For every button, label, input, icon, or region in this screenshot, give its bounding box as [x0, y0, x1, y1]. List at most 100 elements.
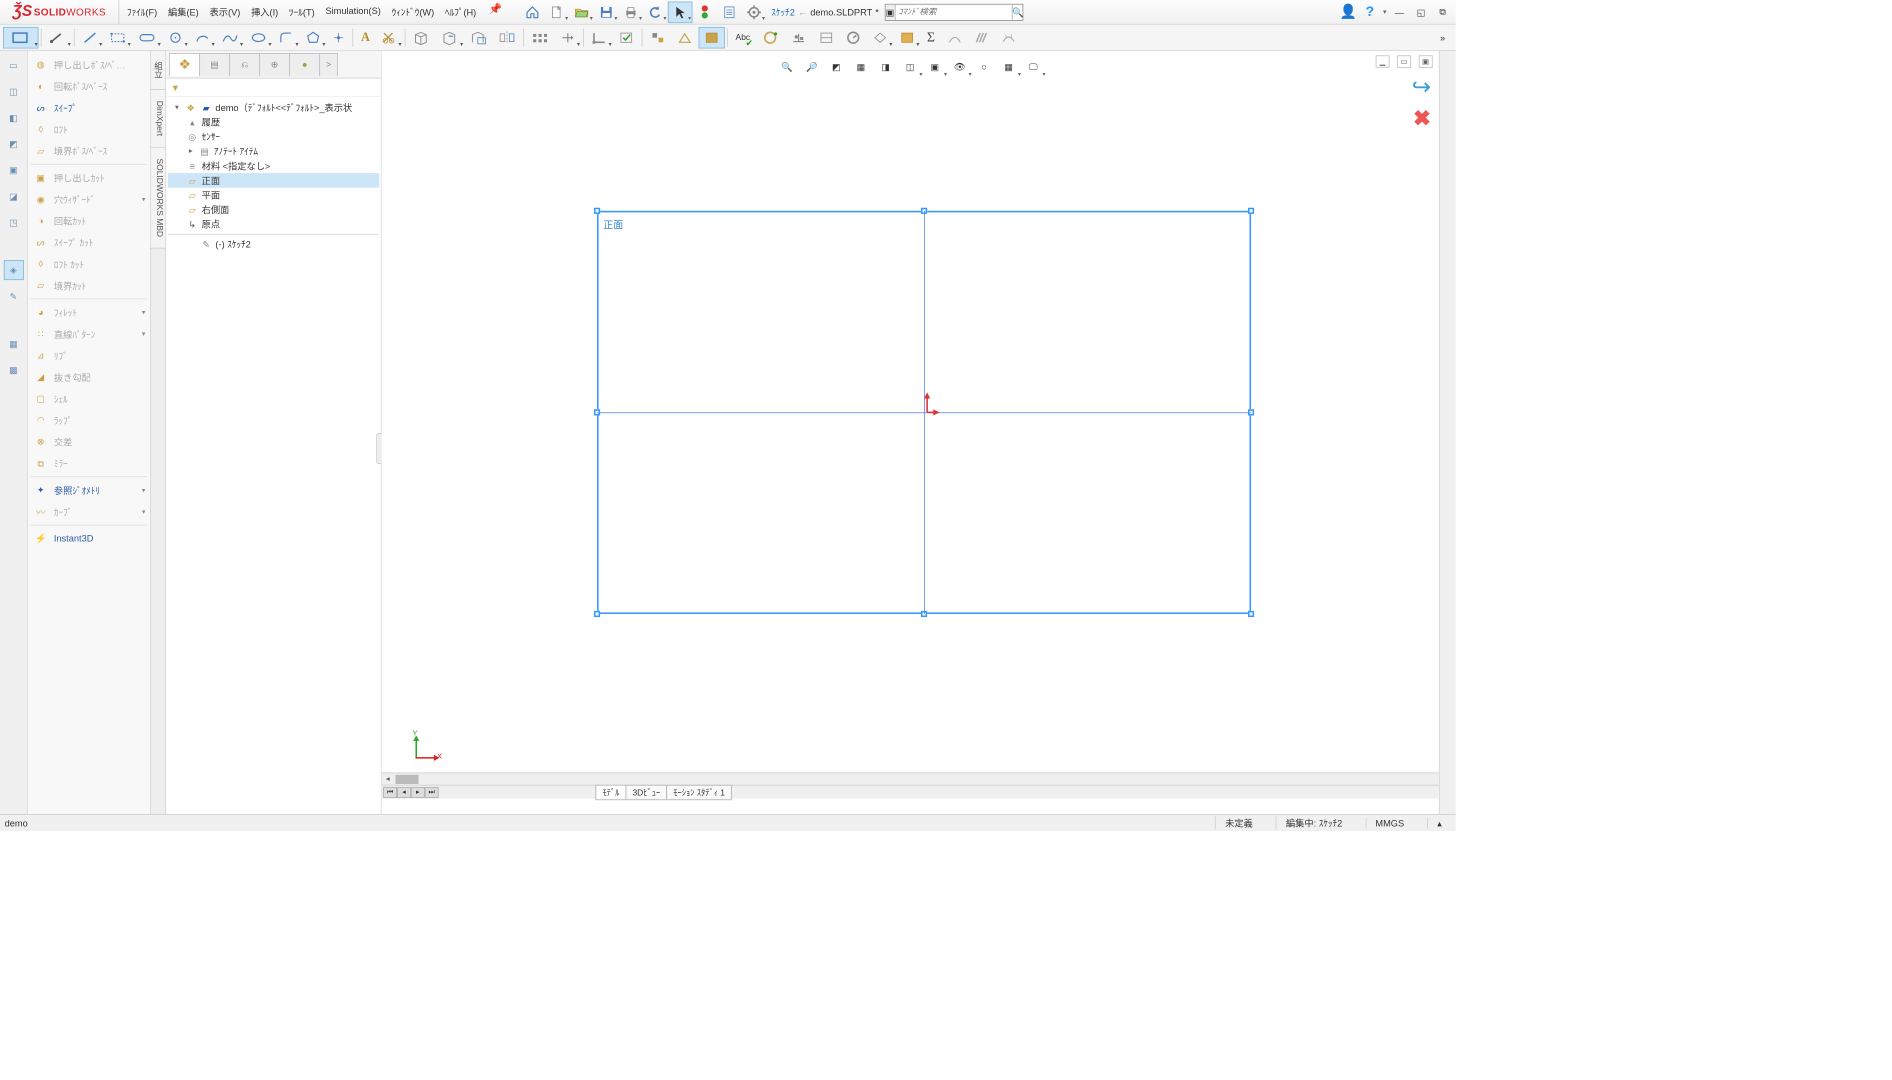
menu-help[interactable]: ﾍﾙﾌﾟ(H)	[440, 2, 481, 21]
hscroll-left-icon[interactable]: ◂	[382, 775, 394, 783]
vnav-last-icon[interactable]: ⏭	[425, 787, 439, 798]
toolbar-overflow-button[interactable]: »	[1433, 27, 1453, 49]
view-tab-model[interactable]: ﾓﾃﾞﾙ	[596, 784, 627, 799]
menu-tools[interactable]: ﾂｰﾙ(T)	[284, 2, 319, 21]
deviation-tool[interactable]	[942, 27, 968, 49]
linear-pattern-tool[interactable]	[526, 27, 554, 49]
shaded-sketch-tool[interactable]	[699, 27, 725, 49]
options-file-button[interactable]	[717, 1, 742, 23]
vtab-assembly[interactable]: 組立	[151, 51, 166, 90]
zebra-tool[interactable]	[969, 27, 995, 49]
tree-tab-display[interactable]: ●	[289, 53, 320, 76]
tree-sketch[interactable]: ✎(-) ｽｹｯﾁ2	[168, 237, 380, 252]
horizontal-scrollbar[interactable]: ◂	[382, 772, 1439, 784]
command-search[interactable]: ▣ 🔍	[885, 3, 1023, 20]
tree-tab-dimxpert[interactable]: ⊕	[259, 53, 290, 76]
status-units[interactable]: MMGS	[1365, 817, 1413, 828]
trim-tool[interactable]	[376, 27, 402, 49]
fillet-tool[interactable]	[273, 27, 299, 49]
view-tab-3dview[interactable]: 3Dﾋﾞｭｰ	[626, 784, 668, 799]
polygon-tool[interactable]	[300, 27, 326, 49]
offset-entities-tool[interactable]	[436, 27, 464, 49]
measure-tool[interactable]	[756, 27, 784, 49]
menu-file[interactable]: ﾌｧｲﾙ(F)	[122, 2, 161, 21]
sketch-rectangle-tool[interactable]	[3, 27, 38, 49]
home-button[interactable]	[520, 1, 545, 23]
breadcrumb-doc[interactable]: demo.SLDPRT	[810, 7, 872, 18]
lb-features-icon[interactable]: ▭	[3, 55, 23, 75]
tree-plane-right[interactable]: ▱右側面	[168, 202, 380, 217]
text-tool[interactable]: A	[355, 27, 375, 49]
display-relations-tool[interactable]	[586, 27, 612, 49]
quick-snaps-tool[interactable]	[645, 27, 671, 49]
rebuild-button[interactable]	[693, 1, 718, 23]
graphics-viewport[interactable]: 🔍 🔎 ◩ ▦ ◨ ◫ ▣ 👁 ○ ▦ 🖵 ▁ ▭ ▣ ↪ ✖	[382, 51, 1439, 816]
lb-sheetmetal-icon[interactable]: ◩	[3, 134, 23, 154]
tree-plane-top[interactable]: ▱平面	[168, 188, 380, 203]
mirror-entities-tool[interactable]	[493, 27, 521, 49]
new-button[interactable]	[545, 1, 570, 23]
lb-dimxpert-icon[interactable]: ◈	[3, 260, 23, 280]
slot-tool[interactable]	[132, 27, 161, 49]
handle-tl[interactable]	[594, 208, 600, 214]
lb-addins1-icon[interactable]: ▦	[3, 334, 23, 354]
convert-entities-tool[interactable]	[408, 27, 436, 49]
save-button[interactable]	[594, 1, 619, 23]
evaluate-tool[interactable]	[867, 27, 893, 49]
expand-icon[interactable]: ▸	[186, 147, 195, 155]
tree-rollback-bar[interactable]	[168, 234, 380, 235]
tree-history[interactable]: ▴履歴	[168, 115, 380, 130]
feat-sweep[interactable]: ᔕｽｲｰﾌﾟ	[28, 97, 150, 119]
right-task-pane[interactable]	[1439, 51, 1456, 816]
hscroll-thumb[interactable]	[395, 774, 418, 783]
menu-window[interactable]: ｳｨﾝﾄﾞｳ(W)	[387, 2, 439, 21]
help-button[interactable]: ?	[1361, 3, 1378, 20]
restore-button[interactable]: ◱	[1413, 3, 1430, 20]
point-tool[interactable]	[327, 27, 350, 49]
arc-tool[interactable]	[189, 27, 215, 49]
sigma-tool[interactable]: Σ	[921, 27, 941, 49]
circle-tool[interactable]	[162, 27, 188, 49]
menu-edit[interactable]: 編集(E)	[163, 2, 203, 21]
vnav-next-icon[interactable]: ▸	[411, 787, 425, 798]
lb-addins2-icon[interactable]: ▩	[3, 360, 23, 380]
tree-tab-config[interactable]: ⎌	[229, 53, 260, 76]
tree-root[interactable]: ▾❖▰demo（ﾃﾞﾌｫﾙﾄ<<ﾃﾞﾌｫﾙﾄ>_表示状	[168, 100, 380, 115]
tree-material[interactable]: ≡材料 <指定なし>	[168, 158, 380, 173]
line-tool[interactable]	[77, 27, 103, 49]
smart-dimension-tool[interactable]	[44, 27, 72, 49]
vnav-first-icon[interactable]: ⏮	[383, 787, 397, 798]
select-button[interactable]	[668, 1, 693, 23]
tree-tab-property[interactable]: ▤	[199, 53, 230, 76]
intersect-entities-tool[interactable]	[465, 27, 493, 49]
pin-menu-icon[interactable]: 📌	[482, 2, 508, 21]
sensor-tool[interactable]	[840, 27, 866, 49]
tree-plane-front[interactable]: ▱正面	[168, 173, 380, 188]
analysis-tool[interactable]	[894, 27, 920, 49]
options-button[interactable]	[742, 1, 767, 23]
minimize-button[interactable]: —	[1391, 3, 1408, 20]
funnel-icon[interactable]: ▼	[171, 82, 180, 93]
lb-weldment-icon[interactable]: ▣	[3, 160, 23, 180]
collapse-icon[interactable]: ▾	[172, 103, 181, 111]
open-button[interactable]	[570, 1, 595, 23]
spellcheck-tool[interactable]: Abc✔	[730, 27, 755, 49]
menu-insert[interactable]: 挿入(I)	[246, 2, 282, 21]
lb-mold-icon[interactable]: ◪	[3, 186, 23, 206]
mass-properties-tool[interactable]	[785, 27, 813, 49]
tree-origin[interactable]: ↳原点	[168, 217, 380, 232]
command-search-input[interactable]	[895, 7, 1011, 16]
close-button[interactable]: ⧉	[1434, 3, 1451, 20]
ellipse-tool[interactable]	[245, 27, 273, 49]
handle-br[interactable]	[1248, 611, 1254, 617]
user-icon[interactable]: 👤	[1340, 3, 1357, 20]
view-tab-motion[interactable]: ﾓｰｼｮﾝ ｽﾀﾃﾞｨ 1	[666, 784, 732, 799]
vtab-dimxpert[interactable]: DimXpert	[151, 90, 166, 148]
breadcrumb-sketch[interactable]: ｽｹｯﾁ2	[771, 5, 795, 18]
feat-refgeo[interactable]: ✦参照ｼﾞｵﾒﾄﾘ▾	[28, 479, 150, 501]
tree-tab-feature[interactable]: ❖	[169, 53, 200, 76]
move-entities-tool[interactable]	[555, 27, 581, 49]
lb-surface-icon[interactable]: ◧	[3, 108, 23, 128]
lb-evaluate-icon[interactable]: ◳	[3, 212, 23, 232]
tree-sensors[interactable]: ◎ｾﾝｻｰ	[168, 129, 380, 144]
